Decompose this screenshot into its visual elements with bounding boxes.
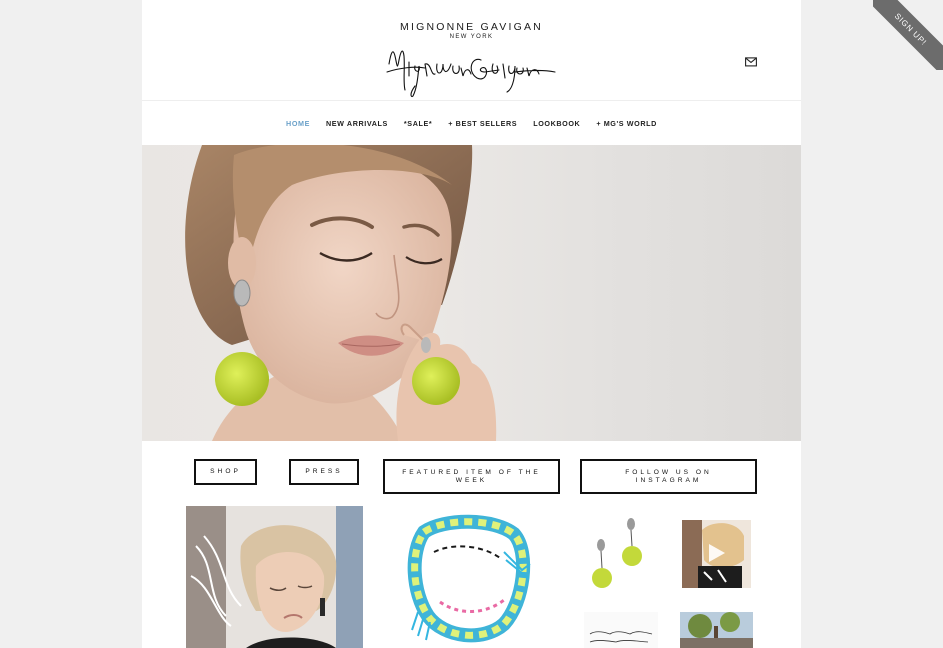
brand-location: NEW YORK: [449, 34, 494, 40]
signup-ribbon[interactable]: SIGN UP!: [873, 0, 943, 70]
video-thumbnail: [682, 520, 751, 588]
quote-image: [589, 631, 653, 643]
hero-model-image: [185, 145, 497, 441]
main-nav: HOME NEW ARRIVALS *SALE* + BEST SELLERS …: [142, 101, 801, 145]
mail-icon[interactable]: [745, 57, 757, 67]
brand-name[interactable]: MIGNONNE GAVIGAN: [142, 21, 801, 33]
instagram-post-street[interactable]: [680, 612, 753, 648]
instagram-post-earrings[interactable]: [586, 512, 658, 596]
signature-logo[interactable]: [385, 42, 557, 98]
press-image-tile[interactable]: [186, 506, 363, 648]
instagram-post-quote[interactable]: [584, 612, 658, 648]
shop-button[interactable]: SHOP: [194, 459, 257, 485]
nav-item-sale[interactable]: *SALE*: [396, 119, 440, 128]
nav-item-best-sellers[interactable]: + BEST SELLERS: [440, 119, 525, 128]
signup-corner: SIGN UP!: [873, 0, 943, 70]
nav-item-lookbook[interactable]: LOOKBOOK: [525, 119, 588, 128]
press-photo: [186, 506, 363, 648]
site-header: MIGNONNE GAVIGAN NEW YORK: [142, 0, 801, 101]
instagram-button[interactable]: FOLLOW US ON INSTAGRAM: [580, 459, 757, 494]
nav-item-new-arrivals[interactable]: NEW ARRIVALS: [318, 119, 396, 128]
press-button[interactable]: PRESS: [289, 459, 359, 485]
earrings-image: [592, 518, 642, 588]
street-image: [680, 612, 753, 648]
nav-item-home[interactable]: HOME: [278, 119, 318, 128]
nav-item-mgs-world[interactable]: + MG'S WORLD: [588, 119, 665, 128]
page-container: MIGNONNE GAVIGAN NEW YORK HOME NEW ARRIV: [142, 0, 801, 648]
featured-scarf-tile[interactable]: [404, 512, 540, 648]
instagram-post-video[interactable]: [682, 520, 751, 588]
featured-item-button[interactable]: FEATURED ITEM OF THE WEEK: [383, 459, 560, 494]
hero-banner[interactable]: [142, 145, 801, 441]
cta-row: SHOP PRESS FEATURED ITEM OF THE WEEK FOL…: [142, 441, 801, 505]
scarf-image: [407, 514, 531, 643]
